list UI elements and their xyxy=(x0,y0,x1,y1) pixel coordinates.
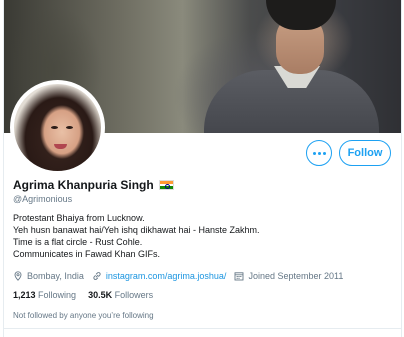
avatar[interactable] xyxy=(10,80,105,175)
calendar-icon xyxy=(234,272,244,281)
divider xyxy=(4,328,401,329)
profile-stats: 1,213 Following 30.5K Followers xyxy=(13,290,153,300)
following-label: Following xyxy=(38,290,77,300)
banner-figure-hair xyxy=(266,0,336,30)
profile-bio: Protestant Bhaiya from Lucknow. Yeh husn… xyxy=(13,212,260,260)
bio-line: Communicates in Fawad Khan GIFs. xyxy=(13,249,161,259)
followers-link[interactable]: 30.5K Followers xyxy=(88,290,153,300)
followed-by-note: Not followed by anyone you’re following xyxy=(13,311,154,320)
india-flag-icon xyxy=(158,180,174,190)
avatar-mouth xyxy=(54,144,67,149)
following-count: 1,213 xyxy=(13,290,36,300)
joined-text: Joined September 2011 xyxy=(248,271,344,281)
location-pin-icon xyxy=(14,271,22,281)
follow-button[interactable]: Follow xyxy=(339,140,391,166)
profile-name-row: Agrima Khanpuria Singh xyxy=(13,178,174,192)
location-item: Bombay, India xyxy=(13,271,84,281)
profile-meta: Bombay, India instagram.com/agrima.joshu… xyxy=(13,271,351,281)
bio-line: Yeh husn banawat hai/Yeh ishq dikhawat h… xyxy=(13,225,260,235)
joined-item: Joined September 2011 xyxy=(234,271,343,281)
more-options-button[interactable] xyxy=(306,140,332,166)
bio-line: Protestant Bhaiya from Lucknow. xyxy=(13,213,145,223)
profile-name: Agrima Khanpuria Singh xyxy=(13,178,154,192)
website-item: instagram.com/agrima.joshua/ xyxy=(92,271,227,281)
avatar-eye-left xyxy=(51,126,58,129)
link-icon xyxy=(93,272,101,280)
bio-line: Time is a flat circle - Rust Cohle. xyxy=(13,237,143,247)
followers-count: 30.5K xyxy=(88,290,113,300)
profile-card: Follow Agrima Khanpuria Singh @Agrimonio… xyxy=(0,0,404,337)
ellipsis-icon xyxy=(312,151,326,155)
website-link[interactable]: instagram.com/agrima.joshua/ xyxy=(106,271,227,281)
location-text: Bombay, India xyxy=(27,271,84,281)
profile-handle: @Agrimonious xyxy=(13,194,73,204)
followers-label: Followers xyxy=(114,290,154,300)
avatar-eye-right xyxy=(66,126,73,129)
following-link[interactable]: 1,213 Following xyxy=(13,290,76,300)
